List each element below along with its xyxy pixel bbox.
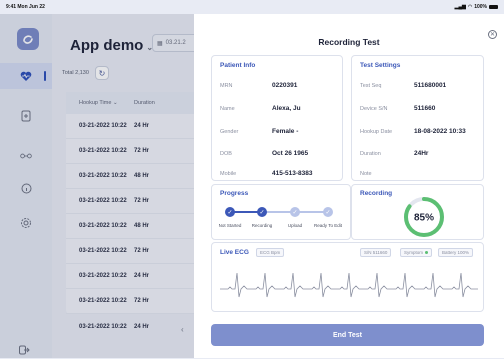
step-done-icon: ✓ bbox=[257, 207, 267, 217]
setting-field-label: Device S/N bbox=[360, 106, 388, 112]
setting-field-value: 24Hr bbox=[414, 150, 429, 157]
symptom-label: Symptom bbox=[404, 250, 424, 255]
patient-field-label: MRN bbox=[220, 83, 233, 89]
setting-field-value: 18-08-2022 10:33 bbox=[414, 128, 466, 135]
ecg-rate-chip: ECG Bpm bbox=[256, 248, 285, 257]
patient-field-value: Alexa, Ju bbox=[272, 105, 301, 112]
test-settings-card: Test Settings Test Seq 511680001 Device … bbox=[351, 55, 484, 181]
end-test-button[interactable]: End Test bbox=[211, 324, 484, 346]
recording-card: Recording 85% bbox=[351, 184, 484, 240]
patient-info-card: Patient Info MRN 0220391 Name Alexa, Ju … bbox=[211, 55, 343, 181]
status-time: 9:41 Mon Jun 22 bbox=[6, 4, 45, 10]
setting-field-label: Note bbox=[360, 171, 372, 177]
battery-chip: Battery 100% bbox=[438, 248, 474, 257]
progress-title: Progress bbox=[220, 190, 249, 197]
status-bar: 9:41 Mon Jun 22 ▂▄▆ ◠ 100% bbox=[0, 0, 504, 14]
step-pending-icon: ✓ bbox=[290, 207, 300, 217]
patient-field-label: Name bbox=[220, 106, 235, 112]
setting-field-label: Duration bbox=[360, 151, 381, 157]
patient-field-label: Mobile bbox=[220, 171, 237, 177]
ecg-title: Live ECG bbox=[220, 249, 249, 256]
status-icons: ▂▄▆ ◠ 100% bbox=[455, 4, 498, 10]
patient-info-title: Patient Info bbox=[220, 62, 256, 69]
device-serial-chip: S/N 511660 bbox=[360, 248, 392, 257]
signal-icon: ▂▄▆ bbox=[454, 4, 466, 10]
patient-field-value: Oct 26 1965 bbox=[272, 150, 309, 157]
patient-field-value[interactable]: Female - bbox=[272, 128, 298, 135]
step-pending-icon: ✓ bbox=[323, 207, 333, 217]
patient-field-label: Gender bbox=[220, 129, 239, 135]
battery-icon bbox=[489, 5, 498, 9]
setting-field-label: Test Seq bbox=[360, 83, 382, 89]
setting-field-value: 511660 bbox=[414, 105, 436, 112]
test-settings-title: Test Settings bbox=[360, 62, 401, 69]
patient-field-value: 415-513-8383 bbox=[272, 170, 313, 177]
recording-test-panel: Recording Test ✕ Patient Info MRN 022039… bbox=[194, 14, 504, 358]
close-icon: ✕ bbox=[489, 32, 496, 38]
step-done-icon: ✓ bbox=[225, 207, 235, 217]
recording-percent: 85% bbox=[414, 213, 434, 224]
recording-title: Recording bbox=[360, 190, 393, 197]
battery-percent: 100% bbox=[474, 4, 487, 10]
modal-backdrop[interactable] bbox=[0, 14, 194, 358]
progress-card: Progress ✓ ✓ ✓ ✓ Not Started Recording U… bbox=[211, 184, 351, 240]
status-dot-icon bbox=[425, 251, 429, 254]
ecg-waveform bbox=[220, 272, 478, 298]
collapse-arrow-icon[interactable]: ‹ bbox=[181, 325, 184, 334]
patient-field-value: 0220391 bbox=[272, 82, 298, 89]
panel-title: Recording Test bbox=[318, 37, 380, 47]
setting-field-label: Hookup Date bbox=[360, 129, 393, 135]
step-label: Ready To Edit bbox=[314, 223, 342, 228]
recording-progress-ring: 85% bbox=[404, 197, 444, 237]
symptom-chip[interactable]: Symptom bbox=[400, 248, 433, 257]
setting-field-value: 511680001 bbox=[414, 82, 447, 89]
live-ecg-card: Live ECG ECG Bpm S/N 511660 Symptom Batt… bbox=[211, 242, 484, 312]
wifi-icon: ◠ bbox=[467, 4, 473, 10]
close-button[interactable]: ✕ bbox=[488, 30, 497, 39]
patient-field-label: DOB bbox=[220, 151, 232, 157]
